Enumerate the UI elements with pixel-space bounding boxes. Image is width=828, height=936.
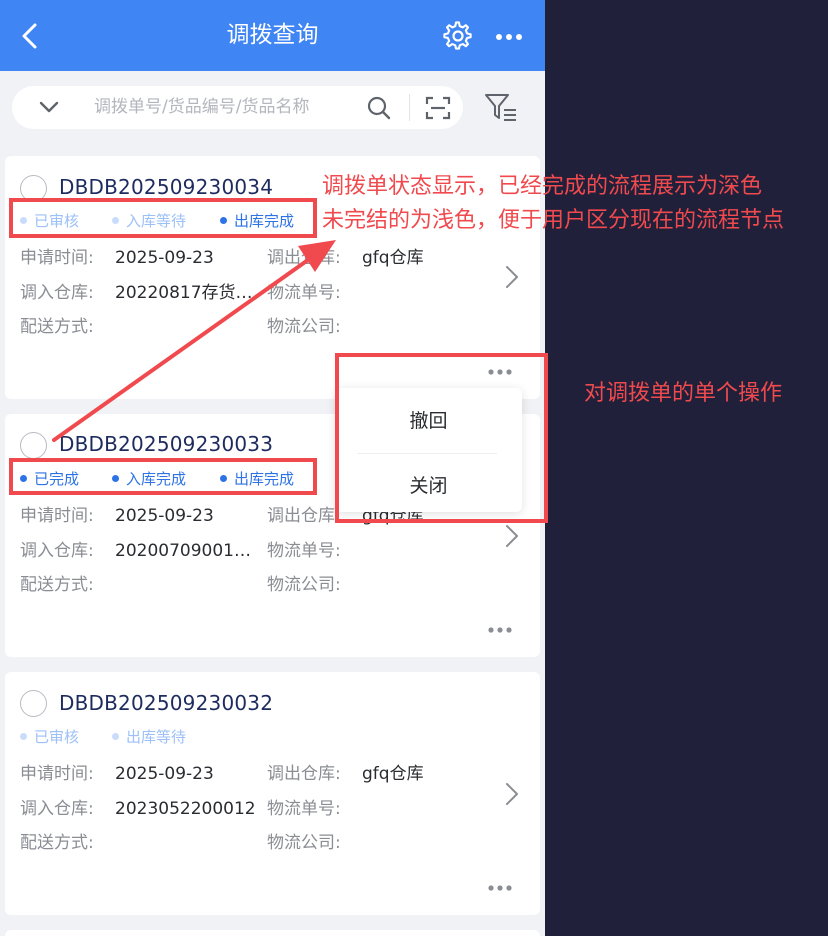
chevron-down-icon[interactable] xyxy=(38,98,60,116)
filter-icon[interactable] xyxy=(484,91,518,123)
delivery-label: 配送方式: xyxy=(20,575,94,595)
order-card[interactable] xyxy=(5,930,540,936)
out-warehouse-value: gfq仓库 xyxy=(362,248,424,268)
action-annotation: 对调拨单的单个操作 xyxy=(584,381,783,406)
select-checkbox[interactable] xyxy=(20,432,47,459)
more-actions-icon[interactable] xyxy=(487,626,513,634)
delivery-label: 配送方式: xyxy=(20,833,94,853)
apply-time-label: 申请时间: xyxy=(20,506,94,526)
order-card[interactable]: DBDB202509230032 已审核 出库等待 申请时间: 2025-09-… xyxy=(5,672,540,915)
in-warehouse-value: 2023052200012 xyxy=(115,799,256,819)
status-annotation-line1: 调拨单状态显示，已经完成的流程展示为深色 xyxy=(322,174,763,199)
order-number: DBDB202509230032 xyxy=(59,691,274,715)
in-warehouse-label: 调入仓库: xyxy=(20,799,94,819)
out-warehouse-label: 调出仓库: xyxy=(267,506,341,526)
logistics-company-label: 物流公司: xyxy=(267,317,341,337)
out-warehouse-label: 调出仓库: xyxy=(267,248,341,268)
status-highlight-box xyxy=(9,458,317,495)
status-annotation-line2: 未完结的为浅色，便于用户区分现在的流程节点 xyxy=(322,208,785,233)
apply-time-label: 申请时间: xyxy=(20,764,94,784)
scan-icon[interactable] xyxy=(425,96,451,120)
logistics-no-label: 物流单号: xyxy=(267,541,341,561)
logistics-company-label: 物流公司: xyxy=(267,833,341,853)
in-warehouse-label: 调入仓库: xyxy=(20,541,94,561)
logistics-no-label: 物流单号: xyxy=(267,799,341,819)
status-highlight-box xyxy=(9,198,317,238)
order-number: DBDB202509230033 xyxy=(59,432,274,456)
search-icon[interactable] xyxy=(366,95,392,121)
gear-icon[interactable] xyxy=(443,21,473,51)
menu-highlight-box xyxy=(335,353,548,523)
apply-time-value: 2025-09-23 xyxy=(115,764,214,784)
select-checkbox[interactable] xyxy=(20,690,47,717)
order-number: DBDB202509230034 xyxy=(59,175,274,199)
more-actions-icon[interactable] xyxy=(487,884,513,892)
chevron-right-icon[interactable] xyxy=(504,781,520,807)
search-bar: 调拨单号/货品编号/货品名称 xyxy=(12,86,463,129)
logistics-no-label: 物流单号: xyxy=(267,283,341,303)
more-horizontal-icon[interactable] xyxy=(495,33,523,41)
apply-time-value: 2025-09-23 xyxy=(115,248,214,268)
apply-time-value: 2025-09-23 xyxy=(115,506,214,526)
out-warehouse-label: 调出仓库: xyxy=(267,764,341,784)
status-badge: 已审核 xyxy=(20,727,79,747)
in-warehouse-value: 20220817存货… xyxy=(115,283,253,303)
app-header: 调拨查询 xyxy=(0,0,545,71)
status-badge: 出库等待 xyxy=(112,727,186,747)
out-warehouse-value: gfq仓库 xyxy=(362,764,424,784)
in-warehouse-label: 调入仓库: xyxy=(20,283,94,303)
apply-time-label: 申请时间: xyxy=(20,248,94,268)
chevron-right-icon[interactable] xyxy=(504,523,520,549)
logistics-company-label: 物流公司: xyxy=(267,575,341,595)
in-warehouse-value: 20200709001… xyxy=(115,541,251,561)
search-divider xyxy=(409,94,410,121)
search-input[interactable]: 调拨单号/货品编号/货品名称 xyxy=(94,96,309,118)
chevron-right-icon[interactable] xyxy=(504,264,520,290)
delivery-label: 配送方式: xyxy=(20,317,94,337)
